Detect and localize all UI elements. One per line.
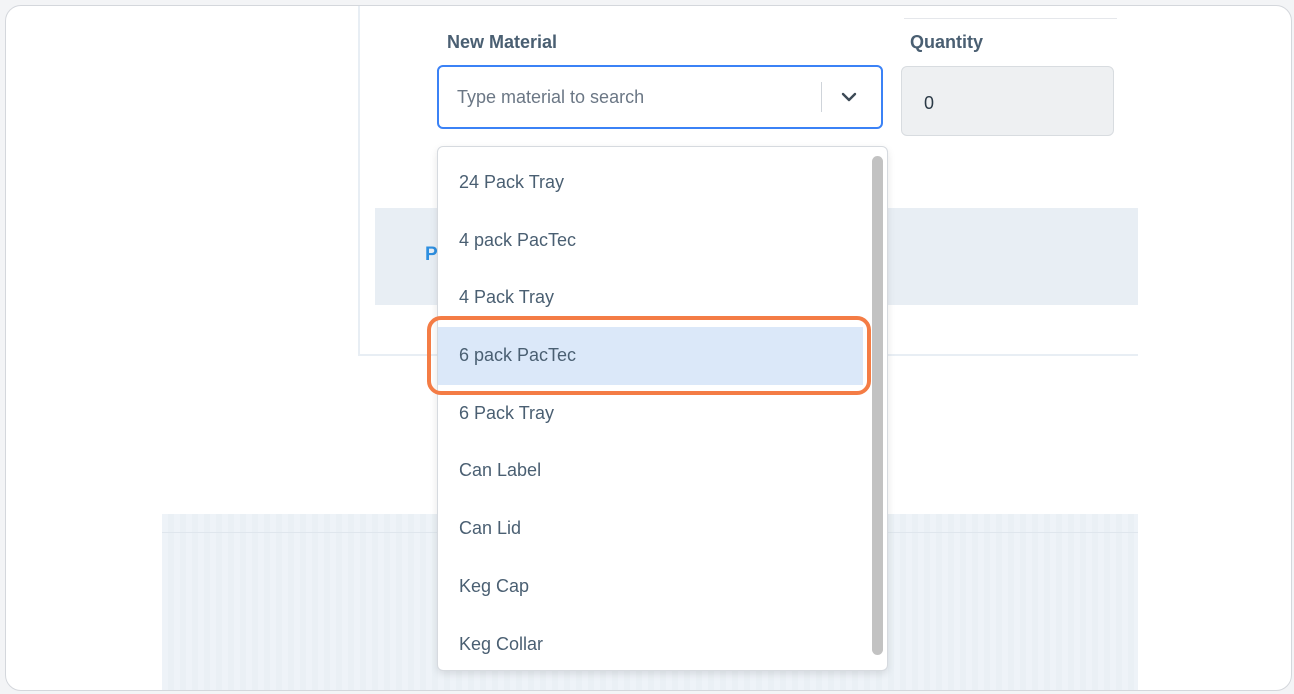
material-option-keg-cap[interactable]: Keg Cap [438, 558, 863, 616]
screenshot-frame: New Material Quantity Type material to s… [5, 5, 1292, 691]
card-left-border [358, 6, 360, 356]
section-band-label: P [425, 244, 438, 265]
material-option-4-pack-tray[interactable]: 4 Pack Tray [438, 269, 863, 327]
material-option-24-pack-tray[interactable]: 24 Pack Tray [438, 154, 863, 212]
quantity-input[interactable]: 0 [901, 66, 1114, 136]
quantity-label: Quantity [910, 32, 984, 52]
card-divider [904, 18, 1117, 19]
material-options-list: 24 Pack Tray 4 pack PacTec 4 Pack Tray 6… [438, 154, 863, 671]
quantity-value[interactable]: 0 [924, 93, 934, 114]
material-option-keg-collar[interactable]: Keg Collar [438, 616, 863, 671]
chevron-down-icon[interactable] [835, 85, 863, 109]
material-dropdown-menu[interactable]: 24 Pack Tray 4 pack PacTec 4 Pack Tray 6… [437, 146, 888, 671]
new-material-label: New Material [447, 32, 558, 52]
material-option-can-label[interactable]: Can Label [438, 442, 863, 500]
select-indicator-separator [821, 82, 822, 112]
material-search-placeholder[interactable]: Type material to search [457, 87, 644, 108]
material-option-6-pack-tray[interactable]: 6 Pack Tray [438, 385, 863, 443]
dropdown-scrollbar-thumb[interactable] [872, 156, 883, 655]
material-select[interactable]: Type material to search [437, 65, 883, 129]
material-option-6-pack-pactec[interactable]: 6 pack PacTec [438, 327, 863, 385]
material-option-can-lid[interactable]: Can Lid [438, 500, 863, 558]
material-option-4-pack-pactec[interactable]: 4 pack PacTec [438, 212, 863, 270]
